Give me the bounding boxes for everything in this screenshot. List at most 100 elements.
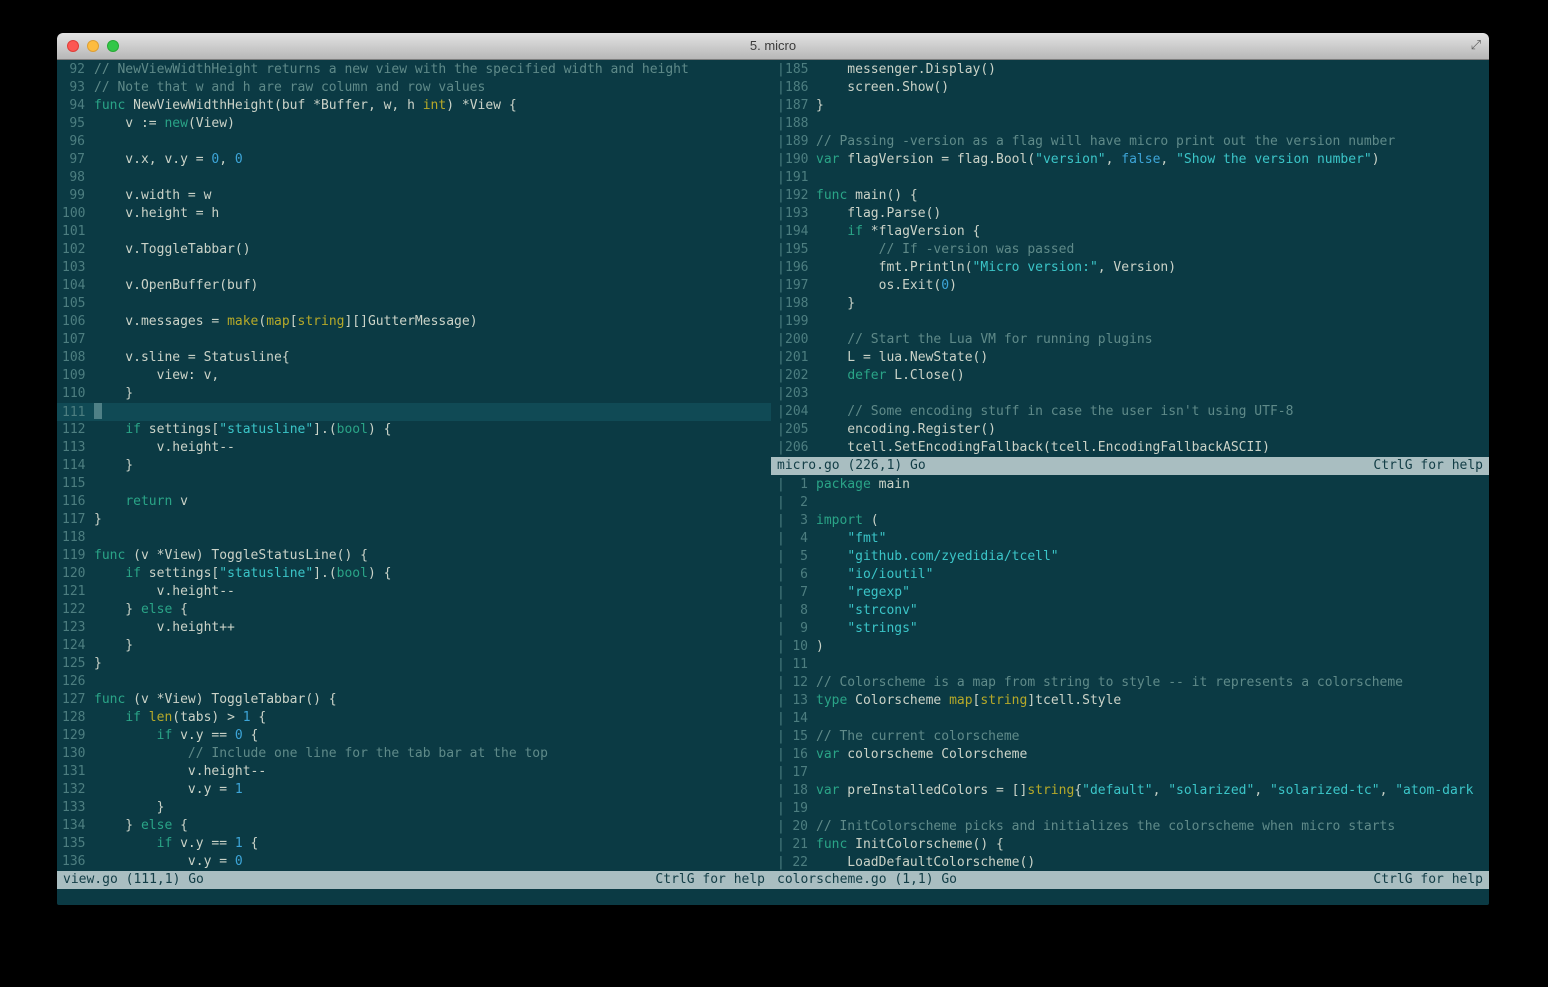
code-line: 128 if len(tabs) > 1 { <box>57 709 771 727</box>
code-line: | 21 func InitColorscheme() { <box>771 836 1489 854</box>
code-token: v.sline = Statusline{ <box>94 350 290 365</box>
pane-divider: | <box>777 260 785 275</box>
code-token: "fmt" <box>847 531 887 546</box>
line-number: 201 <box>785 350 809 365</box>
code-line: |188 <box>771 115 1489 133</box>
code-token: , <box>219 152 235 167</box>
title-bar[interactable]: 5. micro ⤢ <box>57 33 1489 60</box>
code-line: 98 <box>57 169 771 187</box>
resize-icon[interactable]: ⤢ <box>1471 37 1481 53</box>
code-line: 93 // Note that w and h are raw column an… <box>57 79 771 97</box>
code-token: v <box>172 494 188 509</box>
code-token: bool <box>336 422 368 437</box>
code-token: "statusline" <box>219 566 314 581</box>
line-number: 97 <box>69 152 85 167</box>
code-line: |200 // Start the Lua VM for running plu… <box>771 331 1489 349</box>
status-file-position: micro.go (226,1) Go <box>777 458 926 473</box>
line-number: 116 <box>62 494 86 509</box>
code-token: v.y = <box>94 782 235 797</box>
code-line: 102 v.ToggleTabbar() <box>57 241 771 259</box>
code-token: (v *View) ToggleStatusLine() { <box>125 548 368 563</box>
status-bar-view-go: view.go (111,1) Go CtrlG for help <box>57 871 771 889</box>
pane-divider: | <box>777 440 785 455</box>
line-number: 111 <box>62 405 86 420</box>
line-number: 128 <box>62 710 86 725</box>
pane-divider: | <box>777 765 785 780</box>
code-line: |206 tcell.SetEncodingFallback(tcell.Enc… <box>771 439 1489 457</box>
code-token: v.height-- <box>94 440 235 455</box>
line-number: 112 <box>62 422 86 437</box>
code-token: screen.Show() <box>816 80 950 95</box>
status-file-position: colorscheme.go (1,1) Go <box>777 872 958 887</box>
code-line: 126 <box>57 673 771 691</box>
editor-pane-micro-go[interactable]: |185 messenger.Display() |186 screen.Show… <box>771 60 1489 458</box>
line-number: 3 <box>800 513 808 528</box>
code-token: preInstalledColors = [] <box>839 783 1028 798</box>
code-line: |186 screen.Show() <box>771 79 1489 97</box>
line-number: 194 <box>785 224 809 239</box>
code-line: 130 // Include one line for the tab bar … <box>57 745 771 763</box>
code-line: 133 } <box>57 799 771 817</box>
pane-divider: | <box>777 783 785 798</box>
code-line: | 11 <box>771 656 1489 674</box>
code-token: type <box>816 693 848 708</box>
line-number: 103 <box>62 260 86 275</box>
code-token: NewViewWidthHeight(buf *Buffer, w, h <box>125 98 423 113</box>
line-number: 9 <box>800 621 808 636</box>
code-token: L = lua.NewState() <box>816 350 989 365</box>
code-token: 1 <box>234 836 243 851</box>
code-token: v := <box>94 116 165 131</box>
code-token: "statusline" <box>219 422 314 437</box>
code-token: var <box>816 152 840 167</box>
code-line: 115 <box>57 475 771 493</box>
code-token: string <box>1027 783 1075 798</box>
line-number: 17 <box>792 765 808 780</box>
code-token: view: v, <box>94 368 220 383</box>
editor-pane-colorscheme-go[interactable]: | 1 package main | 2 | 3 import (| 4 "fmt" | 5 "gi… <box>771 475 1489 873</box>
code-line: | 7 "regexp" <box>771 584 1489 602</box>
code-line: 106 v.messages = make(map[string][]Gutte… <box>57 313 771 331</box>
code-line: 110 } <box>57 385 771 403</box>
code-token: v.height-- <box>94 764 267 779</box>
line-number: 206 <box>785 440 809 455</box>
line-number: 115 <box>62 476 86 491</box>
terminal-window: 5. micro ⤢ 92// NewViewWidthHeight retur… <box>57 33 1489 905</box>
code-token: *flagVersion { <box>862 224 981 239</box>
text-cursor <box>94 403 102 419</box>
code-token: string <box>297 314 345 329</box>
code-line: 135 if v.y == 1 { <box>57 835 771 853</box>
line-number: 192 <box>785 188 809 203</box>
code-line: | 9 "strings" <box>771 620 1489 638</box>
line-number: 202 <box>785 368 809 383</box>
code-token: } <box>94 602 141 617</box>
code-line: | 3 import ( <box>771 512 1489 530</box>
status-bar-micro-go: micro.go (226,1) Go CtrlG for help <box>771 457 1489 475</box>
code-token: main <box>870 477 910 492</box>
line-number: 135 <box>62 836 86 851</box>
code-line: | 15 // The current colorscheme <box>771 728 1489 746</box>
code-token: new <box>164 116 188 131</box>
pane-divider: | <box>777 278 785 293</box>
code-token: func <box>816 837 848 852</box>
line-number: 98 <box>69 170 85 185</box>
code-token: tcell.SetEncodingFallback(tcell.Encoding… <box>816 440 1270 455</box>
code-token: flagVersion = flag.Bool( <box>839 152 1036 167</box>
pane-divider: | <box>777 549 785 564</box>
code-line: 109 view: v, <box>57 367 771 385</box>
code-token: } <box>94 818 141 833</box>
code-token: encoding.Register() <box>816 422 997 437</box>
pane-divider: | <box>777 224 785 239</box>
code-token: import <box>816 513 863 528</box>
code-token: "solarized-tc" <box>1269 783 1380 798</box>
pane-divider: | <box>777 206 785 221</box>
editor-pane-view-go[interactable]: 92 // NewViewWidthHeight returns a new vi… <box>57 60 771 873</box>
status-file-position: view.go (111,1) Go <box>63 872 204 887</box>
pane-divider: | <box>777 62 785 77</box>
pane-divider: | <box>777 116 785 131</box>
pane-divider: | <box>777 404 785 419</box>
line-number: 20 <box>792 819 808 834</box>
code-token: ].( <box>313 422 337 437</box>
